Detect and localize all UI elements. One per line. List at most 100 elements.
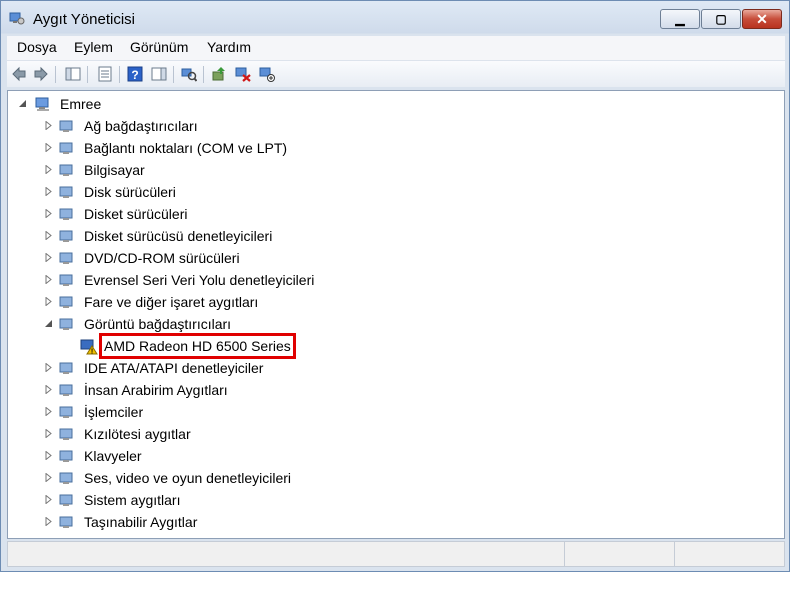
tree-category[interactable]: İşlemciler: [42, 402, 442, 422]
category-label: Sistem aygıtları: [84, 492, 181, 508]
tree-category[interactable]: Bağlantı noktaları (COM ve LPT): [42, 138, 442, 158]
tree-category[interactable]: DVD/CD-ROM sürücüleri: [42, 248, 442, 268]
action-pane-icon[interactable]: [151, 66, 167, 82]
tree-category[interactable]: IDE ATA/ATAPI denetleyiciler: [42, 358, 442, 378]
hid-icon: [59, 384, 73, 396]
expand-arrow-icon[interactable]: [44, 495, 53, 504]
category-label: Kızılötesi aygıtlar: [84, 426, 191, 442]
keyboard-icon: [59, 450, 73, 462]
expand-arrow-icon[interactable]: [44, 143, 53, 152]
tree-category[interactable]: Bilgisayar: [42, 160, 442, 180]
device-manager-icon: [9, 12, 25, 25]
display-adapter-warning-icon: !: [80, 339, 98, 356]
category-label: Taşınabilir Aygıtlar: [84, 514, 198, 530]
title-bar[interactable]: Aygıt Yöneticisi ▁ ▢ ✕: [1, 1, 789, 35]
menu-help[interactable]: Yardım: [207, 39, 251, 55]
expand-arrow-icon[interactable]: [44, 385, 53, 394]
tree-device-amd-radeon[interactable]: ! AMD Radeon HD 6500 Series: [78, 333, 338, 359]
category-label: Bilgisayar: [84, 162, 145, 178]
tree-category[interactable]: Görüntü bağdaştırıcıları: [42, 314, 442, 334]
tree-category[interactable]: Fare ve diğer işaret aygıtları: [42, 292, 442, 312]
tree-category[interactable]: Ses, video ve oyun denetleyicileri: [42, 468, 442, 488]
device-label: AMD Radeon HD 6500 Series: [99, 333, 296, 359]
close-button[interactable]: ✕: [742, 9, 782, 29]
computer-icon: [35, 97, 49, 111]
tree-root[interactable]: Emree: [16, 94, 316, 114]
window-title: Aygıt Yöneticisi: [33, 11, 136, 28]
dvd-drive-icon: [59, 252, 73, 264]
status-bar: [7, 541, 785, 567]
collapse-arrow-icon[interactable]: [18, 99, 27, 108]
expand-arrow-icon[interactable]: [44, 209, 53, 218]
system-device-icon: [59, 494, 73, 506]
category-label: Evrensel Seri Veri Yolu denetleyicileri: [84, 272, 315, 288]
expand-arrow-icon[interactable]: [44, 517, 53, 526]
computer-icon: [59, 164, 73, 176]
processor-icon: [59, 406, 73, 418]
maximize-button[interactable]: ▢: [701, 9, 741, 29]
forward-arrow-icon[interactable]: [33, 66, 49, 82]
toolbar: ?: [7, 60, 785, 87]
svg-text:?: ?: [131, 68, 138, 82]
network-adapter-icon: [59, 120, 73, 132]
device-tree[interactable]: Emree Ağ bağdaştırıcıları Bağlantı noktal…: [7, 90, 785, 539]
expand-arrow-icon[interactable]: [44, 231, 53, 240]
category-label: Disk sürücüleri: [84, 184, 176, 200]
update-driver-icon[interactable]: [211, 66, 227, 82]
toolbar-separator: [119, 66, 120, 83]
collapse-arrow-icon[interactable]: [44, 319, 53, 328]
ide-controller-icon: [59, 362, 73, 374]
tree-category[interactable]: Ağ bağdaştırıcıları: [42, 116, 442, 136]
category-label: IDE ATA/ATAPI denetleyiciler: [84, 360, 264, 376]
toolbar-separator: [87, 66, 88, 83]
minimize-button[interactable]: ▁: [660, 9, 700, 29]
expand-arrow-icon[interactable]: [44, 297, 53, 306]
expand-arrow-icon[interactable]: [44, 451, 53, 460]
expand-arrow-icon[interactable]: [44, 363, 53, 372]
tree-category[interactable]: Taşınabilir Aygıtlar: [42, 512, 442, 532]
tree-category[interactable]: Disk sürücüleri: [42, 182, 442, 202]
infrared-icon: [59, 428, 73, 440]
tree-category[interactable]: Evrensel Seri Veri Yolu denetleyicileri: [42, 270, 442, 290]
help-icon[interactable]: ?: [127, 66, 143, 82]
expand-arrow-icon[interactable]: [44, 429, 53, 438]
show-hide-console-tree-icon[interactable]: [65, 66, 81, 82]
sound-icon: [59, 472, 73, 484]
expand-arrow-icon[interactable]: [44, 187, 53, 196]
category-label: Görüntü bağdaştırıcıları: [84, 316, 232, 332]
category-label: İnsan Arabirim Aygıtları: [84, 382, 228, 398]
mouse-icon: [59, 296, 73, 308]
root-label: Emree: [60, 96, 102, 112]
expand-arrow-icon[interactable]: [44, 407, 53, 416]
category-label: Ses, video ve oyun denetleyicileri: [84, 470, 292, 486]
disable-device-icon[interactable]: [259, 66, 275, 82]
menu-file[interactable]: Dosya: [17, 39, 57, 55]
tree-category[interactable]: Klavyeler: [42, 446, 442, 466]
expand-arrow-icon[interactable]: [44, 473, 53, 482]
usb-icon: [59, 274, 73, 286]
category-label: Klavyeler: [84, 448, 142, 464]
close-icon: ✕: [756, 11, 768, 27]
properties-icon[interactable]: [97, 66, 113, 82]
menu-view[interactable]: Görünüm: [130, 39, 188, 55]
tree-category[interactable]: İnsan Arabirim Aygıtları: [42, 380, 442, 400]
floppy-drive-icon: [59, 208, 73, 220]
uninstall-icon[interactable]: [235, 66, 251, 82]
category-label: İşlemciler: [84, 404, 144, 420]
category-label: Disket sürücüsü denetleyicileri: [84, 228, 273, 244]
back-arrow-icon[interactable]: [11, 66, 27, 82]
toolbar-separator: [173, 66, 174, 83]
tree-category[interactable]: Kızılötesi aygıtlar: [42, 424, 442, 444]
category-label: Disket sürücüleri: [84, 206, 188, 222]
disk-drive-icon: [59, 186, 73, 198]
expand-arrow-icon[interactable]: [44, 165, 53, 174]
expand-arrow-icon[interactable]: [44, 253, 53, 262]
tree-category[interactable]: Sistem aygıtları: [42, 490, 442, 510]
svg-text:!: !: [91, 349, 93, 356]
tree-category[interactable]: Disket sürücüsü denetleyicileri: [42, 226, 442, 246]
tree-category[interactable]: Disket sürücüleri: [42, 204, 442, 224]
menu-action[interactable]: Eylem: [74, 39, 113, 55]
expand-arrow-icon[interactable]: [44, 275, 53, 284]
expand-arrow-icon[interactable]: [44, 121, 53, 130]
scan-hardware-icon[interactable]: [181, 66, 197, 82]
